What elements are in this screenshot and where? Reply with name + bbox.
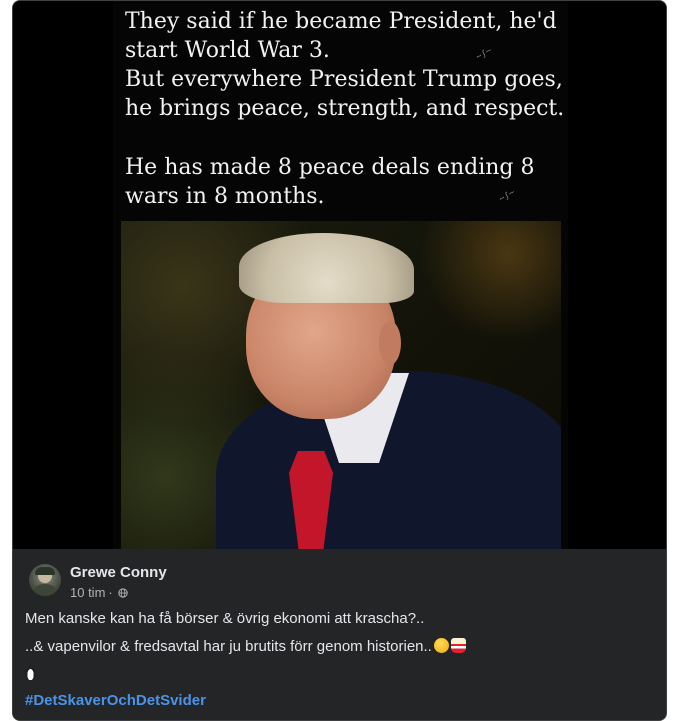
avatar-cap [35, 567, 55, 575]
avatar[interactable] [29, 564, 61, 596]
post-text-line: Men kanske kan ha få börser & övrig ekon… [25, 610, 425, 627]
post-timestamp[interactable]: 10 tim [70, 585, 105, 600]
meme-text-middle: He has made 8 peace deals ending 8 wars … [125, 155, 535, 209]
avatar-body [32, 584, 58, 596]
meme-image: They said if he became President, he'd s… [113, 1, 568, 549]
post-meta: 10 tim · [70, 585, 128, 600]
penguin-icon [25, 665, 36, 680]
post-text-line-content: ..& vapenvilor & fredsavtal har ju bruti… [25, 638, 432, 655]
portrait-photo [121, 221, 561, 549]
ear [379, 321, 401, 365]
globe-icon[interactable] [118, 587, 128, 598]
post-image[interactable]: They said if he became President, he'd s… [13, 1, 666, 549]
post-text-line [25, 665, 36, 684]
post-card: They said if he became President, he'd s… [12, 0, 667, 721]
post-text-line: ..& vapenvilor & fredsavtal har ju bruti… [25, 638, 466, 655]
meta-separator: · [108, 585, 113, 600]
hair [239, 233, 414, 303]
popcorn-icon [450, 638, 466, 653]
post-body: Grewe Conny 10 tim · Men kanske kan ha f… [13, 549, 666, 720]
author-name[interactable]: Grewe Conny [70, 564, 167, 581]
meme-text-top: They said if he became President, he'd s… [125, 9, 565, 121]
relieved-face-icon [433, 638, 449, 653]
hashtag-link[interactable]: #DetSkaverOchDetSvider [25, 692, 206, 709]
